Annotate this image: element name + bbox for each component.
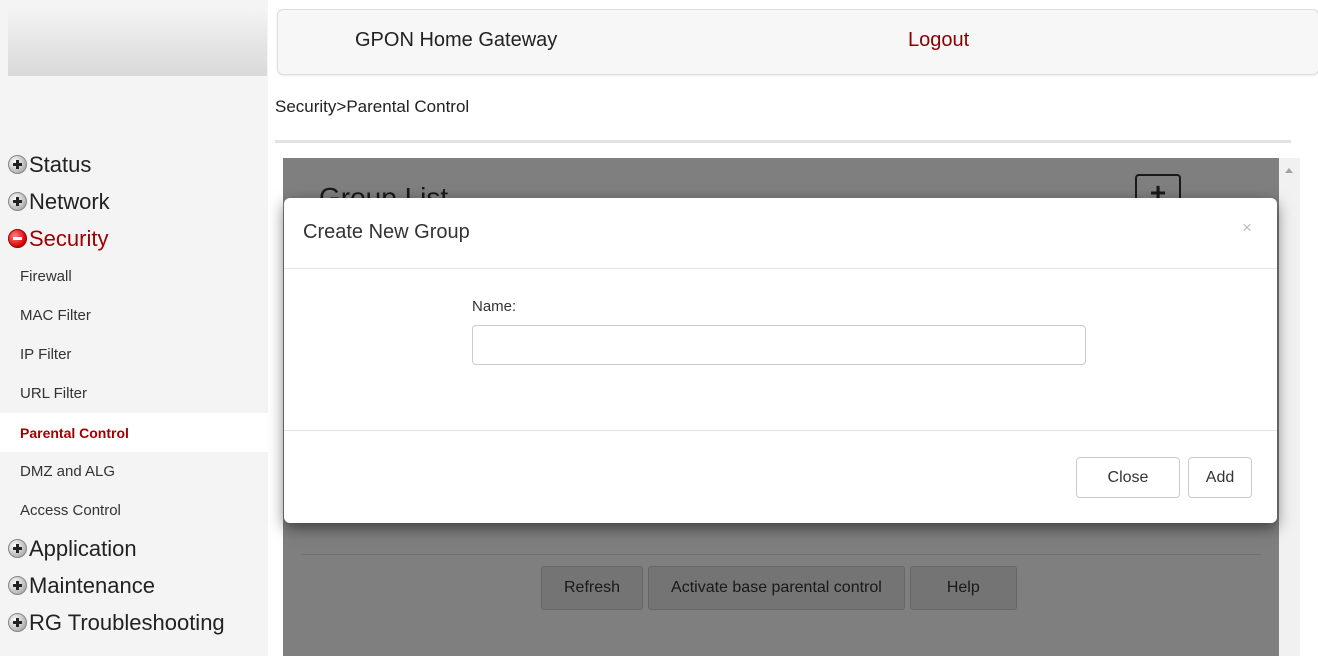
breadcrumb: Security>Parental Control [275, 97, 470, 116]
sidebar-item-network[interactable]: Network [0, 183, 268, 220]
name-label: Name: [472, 298, 517, 315]
logo-area [8, 8, 267, 76]
sidebar-item-application[interactable]: Application [0, 530, 268, 567]
expand-plus-icon [8, 613, 27, 632]
sidebar-subitem-firewall[interactable]: Firewall [0, 257, 268, 296]
sidebar-item-label: Status [29, 151, 92, 177]
expand-plus-icon [8, 192, 27, 211]
dialog-header: Create New Group × [284, 198, 1277, 269]
add-button[interactable]: Add [1188, 457, 1252, 498]
dialog-footer: Close Add [284, 430, 1277, 524]
sidebar-item-label: RG Troubleshooting [29, 609, 225, 635]
sidebar: Status Network Security Firewall MAC Fil… [0, 0, 268, 656]
header-bar: GPON Home Gateway Logout [277, 9, 1318, 75]
sidebar-item-label: Application [29, 535, 137, 561]
dialog-title: Create New Group [303, 221, 470, 243]
sidebar-subitem-access-control[interactable]: Access Control [0, 491, 268, 530]
sidebar-nav: Status Network Security Firewall MAC Fil… [0, 146, 268, 641]
scroll-up-arrow-icon[interactable] [1285, 168, 1293, 173]
close-button[interactable]: Close [1076, 457, 1180, 498]
sidebar-subitem-dmz-and-alg[interactable]: DMZ and ALG [0, 452, 268, 491]
expand-plus-icon [8, 539, 27, 558]
sidebar-item-security[interactable]: Security [0, 220, 268, 257]
collapse-minus-icon [8, 229, 27, 248]
sidebar-item-label: Security [29, 225, 109, 251]
scrollbar[interactable] [1279, 158, 1300, 656]
sidebar-item-label: Network [29, 188, 110, 214]
divider [275, 140, 1291, 143]
sidebar-subitem-url-filter[interactable]: URL Filter [0, 374, 268, 413]
logout-link[interactable]: Logout [908, 29, 969, 52]
sidebar-item-status[interactable]: Status [0, 146, 268, 183]
dialog-body: Name: [284, 269, 1277, 430]
sidebar-item-maintenance[interactable]: Maintenance [0, 567, 268, 604]
name-input[interactable] [472, 325, 1086, 365]
sidebar-subitem-ip-filter[interactable]: IP Filter [0, 335, 268, 374]
create-group-dialog: Create New Group × Name: Close Add [284, 198, 1277, 523]
sidebar-item-rg-troubleshooting[interactable]: RG Troubleshooting [0, 604, 268, 641]
app-title: GPON Home Gateway [355, 29, 558, 51]
expand-plus-icon [8, 576, 27, 595]
expand-plus-icon [8, 155, 27, 174]
sidebar-subitem-parental-control[interactable]: Parental Control [0, 413, 268, 452]
close-icon[interactable]: × [1242, 218, 1252, 238]
sidebar-subitem-mac-filter[interactable]: MAC Filter [0, 296, 268, 335]
sidebar-item-label: Maintenance [29, 572, 155, 598]
